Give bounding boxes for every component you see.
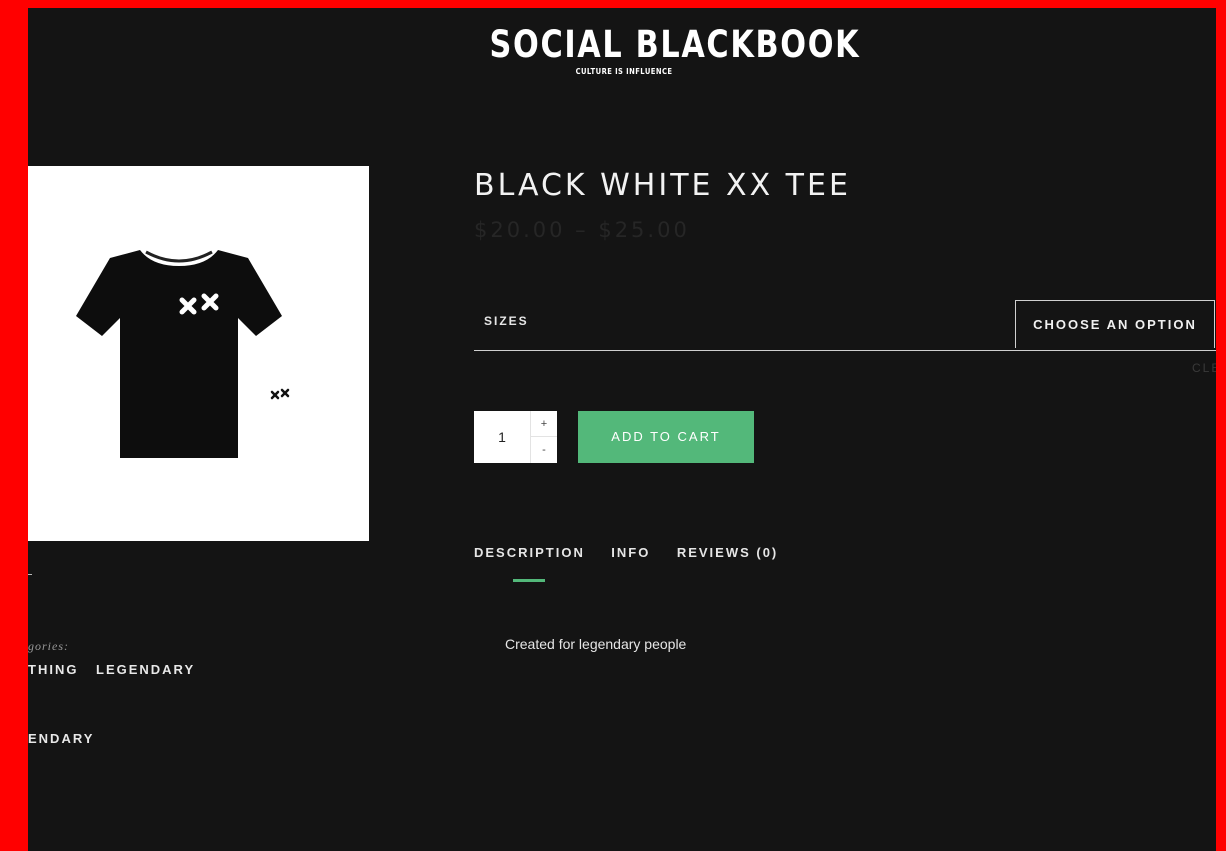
logo-title: SOCIAL BLACKBOOK [489, 23, 861, 66]
logo-tagline: CULTURE IS INFLUENCE [575, 67, 673, 76]
categories-label: gories: [28, 639, 69, 653]
site-logo[interactable]: SOCIAL BLACKBOOK CULTURE IS INFLUENCE [460, 23, 861, 77]
description-text: Created for legendary people [505, 636, 687, 652]
tshirt-image [76, 250, 290, 458]
tab-description[interactable]: DESCRIPTION [474, 545, 585, 560]
product-tabs: DESCRIPTION INFO REVIEWS (0) [474, 544, 800, 584]
quantity-stepper[interactable]: 1 + - [474, 411, 557, 463]
tab-info[interactable]: INFO [611, 545, 650, 560]
quantity-plus-button[interactable]: + [530, 411, 557, 437]
clear-variation-link[interactable]: CLE [1192, 361, 1216, 375]
sizes-label: SIZES [484, 314, 529, 328]
tag-link-legendary[interactable]: ENDARY [28, 731, 94, 746]
tab-reviews[interactable]: REVIEWS (0) [677, 545, 778, 560]
price-range: $20.00 – $25.00 [474, 218, 690, 242]
product-image[interactable] [28, 166, 369, 541]
active-tab-indicator [513, 579, 545, 582]
add-to-cart-button[interactable]: ADD TO CART [578, 411, 754, 463]
size-select[interactable]: CHOOSE AN OPTION [1015, 300, 1215, 348]
product-title: BLACK WHITE XX TEE [474, 168, 851, 203]
category-link-clothing[interactable]: THING [28, 662, 78, 677]
quantity-minus-button[interactable]: - [530, 437, 557, 463]
xx-mark-small [270, 388, 290, 400]
quantity-input[interactable]: 1 [474, 411, 530, 463]
page-frame: SOCIAL BLACKBOOK CULTURE IS INFLUENCE go… [28, 8, 1216, 851]
meta-divider [28, 574, 32, 575]
variation-row: SIZES CHOOSE AN OPTION [474, 300, 1216, 351]
category-link-legendary[interactable]: LEGENDARY [96, 662, 195, 677]
